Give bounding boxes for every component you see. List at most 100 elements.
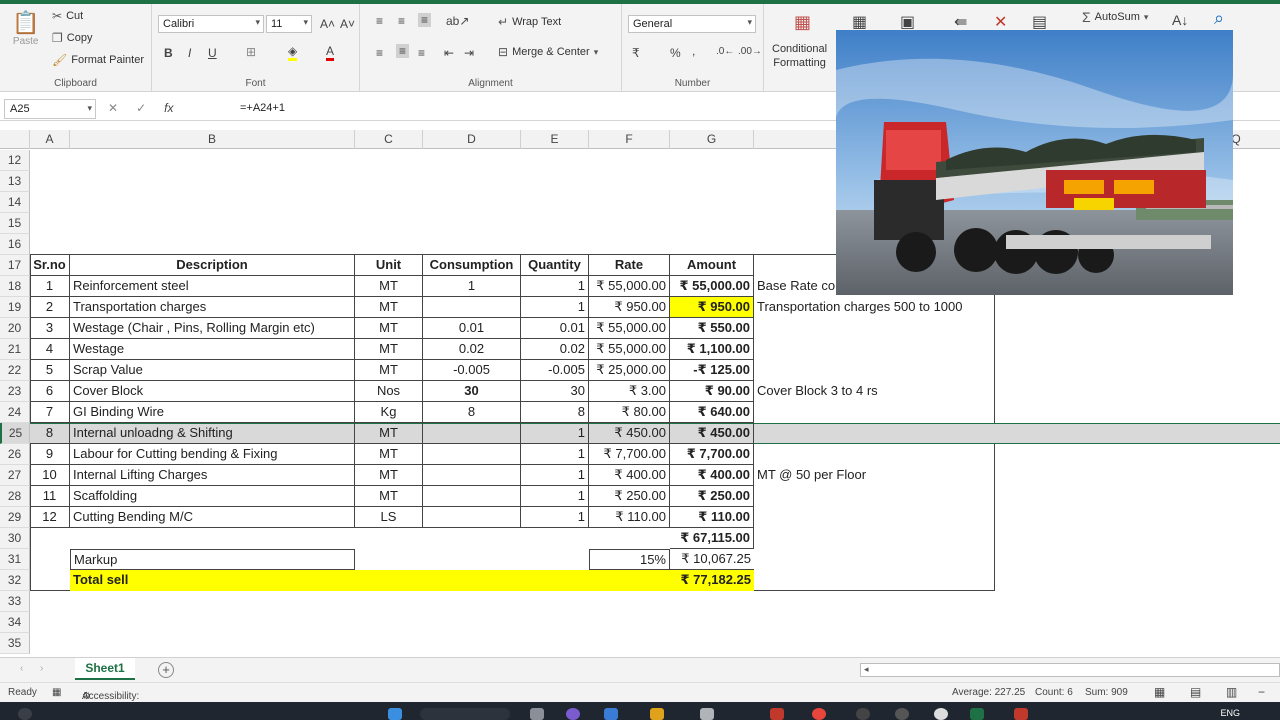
cell-note[interactable]: Cover Block 3 to 4 rs (754, 381, 994, 402)
cell-consumption[interactable]: 30 (423, 381, 521, 402)
wrap-text-button[interactable]: ↵ Wrap Text (498, 16, 561, 28)
cell-amount[interactable]: ₹ 90.00 (670, 381, 754, 402)
cell-rate[interactable]: ₹ 950.00 (589, 297, 670, 318)
scroll-left-icon[interactable]: ◂ (864, 664, 869, 675)
cell-quantity[interactable]: 0.02 (521, 339, 589, 360)
cell-amount[interactable]: ₹ 55,000.00 (670, 276, 754, 297)
normal-view-icon[interactable]: ▦ (1154, 685, 1165, 699)
cell-unit[interactable]: MT (355, 276, 423, 297)
cell-quantity[interactable]: 1 (521, 444, 589, 465)
cell-consumption[interactable] (423, 297, 521, 318)
row-header[interactable]: 26 (0, 444, 30, 465)
cell-description[interactable]: Cutting Bending M/C (70, 507, 355, 528)
format-cells-icon[interactable]: ▤ (1032, 12, 1047, 32)
cell-description[interactable]: Scrap Value (70, 360, 355, 381)
cell-description[interactable]: Reinforcement steel (70, 276, 355, 297)
column-header-a[interactable]: A (30, 130, 70, 149)
format-painter-button[interactable]: 🖌 Format Painter (52, 54, 144, 66)
cell-consumption[interactable]: 0.01 (423, 318, 521, 339)
header-amount[interactable]: Amount (670, 255, 754, 276)
formula-input[interactable]: =+A24+1 (240, 102, 285, 114)
start-icon[interactable] (388, 708, 402, 720)
cell-quantity[interactable]: 30 (521, 381, 589, 402)
row-header[interactable]: 32 (0, 570, 30, 591)
cell-quantity[interactable]: 8 (521, 402, 589, 423)
percent-button[interactable]: % (670, 46, 681, 60)
cell-description[interactable]: Internal Lifting Charges (70, 465, 355, 486)
taskbar-circle-icon[interactable] (18, 708, 32, 720)
format-as-table-icon[interactable]: ▦ (852, 12, 867, 32)
language-indicator[interactable]: ENG (1220, 708, 1240, 718)
cell-consumption[interactable] (423, 423, 521, 444)
macro-record-icon[interactable]: ▦ (52, 687, 61, 698)
cell-amount[interactable]: ₹ 7,700.00 (670, 444, 754, 465)
cell-srno[interactable]: 6 (30, 381, 70, 402)
row-header[interactable]: 31 (0, 549, 30, 570)
cell-unit[interactable]: MT (355, 297, 423, 318)
row-header[interactable]: 19 (0, 297, 30, 318)
cell-quantity[interactable]: 1 (521, 297, 589, 318)
cell-rate[interactable]: ₹ 450.00 (589, 423, 670, 444)
cell-srno[interactable]: 11 (30, 486, 70, 507)
cell-unit[interactable]: LS (355, 507, 423, 528)
cell-description[interactable]: GI Binding Wire (70, 402, 355, 423)
cell-srno[interactable]: 8 (30, 423, 70, 444)
cell-subtotal[interactable]: ₹ 67,115.00 (670, 528, 754, 549)
add-sheet-icon[interactable]: + (158, 662, 174, 678)
cell-amount[interactable]: ₹ 250.00 (670, 486, 754, 507)
cell-srno[interactable]: 4 (30, 339, 70, 360)
header-unit[interactable]: Unit (355, 255, 423, 276)
taskbar-app-icon[interactable] (770, 708, 784, 720)
cell-rate[interactable]: ₹ 55,000.00 (589, 318, 670, 339)
taskbar-app-icon[interactable] (934, 708, 948, 720)
header-srno[interactable]: Sr.no (30, 255, 70, 276)
taskbar-app-icon[interactable] (856, 708, 870, 720)
row-header[interactable]: 35 (0, 633, 30, 654)
cell-rate[interactable]: ₹ 55,000.00 (589, 339, 670, 360)
cell-srno[interactable]: 3 (30, 318, 70, 339)
taskbar-app-icon[interactable] (530, 708, 544, 720)
cell-srno[interactable]: 10 (30, 465, 70, 486)
cell-srno[interactable]: 5 (30, 360, 70, 381)
cell-quantity[interactable]: -0.005 (521, 360, 589, 381)
find-select-icon[interactable]: ⌕ (1214, 8, 1224, 29)
decrease-indent-icon[interactable]: ⇤ (444, 46, 454, 60)
cell-consumption[interactable]: -0.005 (423, 360, 521, 381)
sheet-tab-sheet1[interactable]: Sheet1 (75, 658, 135, 680)
total-sell-row[interactable]: Total sell ₹ 77,182.25 (70, 570, 754, 591)
taskbar-app-icon[interactable] (566, 708, 580, 720)
cell-consumption[interactable]: 1 (423, 276, 521, 297)
cell-rate[interactable]: ₹ 25,000.00 (589, 360, 670, 381)
page-break-icon[interactable]: ▥ (1226, 685, 1237, 699)
row-header[interactable]: 16 (0, 234, 30, 255)
chrome-icon[interactable] (812, 708, 826, 720)
cell-amount[interactable]: ₹ 110.00 (670, 507, 754, 528)
chevron-left-icon[interactable]: ‹ (20, 663, 23, 674)
font-color-icon[interactable]: A (326, 44, 335, 61)
cell-description[interactable]: Scaffolding (70, 486, 355, 507)
row-header[interactable]: 21 (0, 339, 30, 360)
horizontal-scrollbar[interactable]: ◂ (860, 663, 1280, 677)
cell-srno[interactable]: 9 (30, 444, 70, 465)
header-consumption[interactable]: Consumption (423, 255, 521, 276)
header-rate[interactable]: Rate (589, 255, 670, 276)
cell-unit[interactable]: MT (355, 360, 423, 381)
sort-filter-icon[interactable]: A↓ (1172, 12, 1188, 28)
row-header[interactable]: 22 (0, 360, 30, 381)
cell-quantity[interactable]: 1 (521, 486, 589, 507)
cell-quantity[interactable]: 0.01 (521, 318, 589, 339)
cell-description[interactable]: Labour for Cutting bending & Fixing (70, 444, 355, 465)
row-header[interactable]: 33 (0, 591, 30, 612)
zoom-out-icon[interactable]: − (1258, 685, 1265, 699)
align-bottom-icon[interactable]: ≡ (418, 13, 432, 27)
bold-button[interactable]: B (164, 46, 173, 60)
row-header[interactable]: 27 (0, 465, 30, 486)
cell-consumption[interactable] (423, 507, 521, 528)
taskbar-app-icon[interactable] (1014, 708, 1028, 720)
taskbar-app-icon[interactable] (895, 708, 909, 720)
cell-unit[interactable]: MT (355, 339, 423, 360)
row-header[interactable]: 23 (0, 381, 30, 402)
increase-font-icon[interactable]: A˄ (320, 17, 335, 31)
row-header[interactable]: 34 (0, 612, 30, 633)
increase-indent-icon[interactable]: ⇥ (464, 46, 474, 60)
